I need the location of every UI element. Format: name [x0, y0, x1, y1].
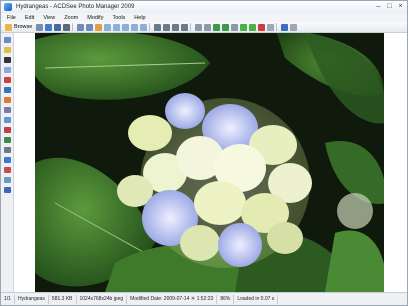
status-index: 1/1 — [1, 294, 15, 304]
status-filename: Hydrangeas — [15, 294, 49, 304]
delete-icon[interactable] — [258, 23, 266, 31]
close-button[interactable]: × — [396, 2, 405, 11]
red-eye-tool-icon[interactable] — [4, 77, 11, 83]
edit-icon[interactable] — [95, 23, 103, 31]
noise-tool-icon[interactable] — [4, 127, 11, 133]
status-bar: 1/1 Hydrangeas 581.3 KB 1024x768x24b jpe… — [1, 292, 407, 305]
send-icon[interactable] — [222, 23, 230, 31]
maximize-button[interactable]: □ — [385, 2, 394, 11]
toolbar-separator — [190, 23, 192, 31]
menu-bar: File Edit View Zoom Modify Tools Help — [1, 13, 407, 22]
toolbar-separator — [149, 23, 151, 31]
toolbar-separator — [72, 23, 74, 31]
status-dimensions: 1024x768x24b jpeg — [77, 294, 128, 304]
copy-icon[interactable] — [240, 23, 248, 31]
resize-tool-icon[interactable] — [4, 107, 11, 113]
status-zoom[interactable]: 86% — [217, 294, 235, 304]
rotate-left-icon[interactable] — [77, 23, 85, 31]
title-bar[interactable]: Hydrangeas - ACDSee Photo Manager 2009 –… — [1, 1, 407, 13]
menu-edit[interactable]: Edit — [25, 15, 34, 21]
image-viewport[interactable] — [35, 33, 384, 292]
browse-button[interactable]: Browse — [3, 23, 34, 32]
menu-modify[interactable]: Modify — [87, 15, 103, 21]
zoom-dropdown-icon[interactable] — [172, 23, 180, 31]
rotate-right-icon[interactable] — [86, 23, 94, 31]
crop-tool-icon[interactable] — [4, 67, 11, 73]
right-margin — [384, 33, 407, 292]
draw-tool-icon[interactable] — [4, 167, 11, 173]
status-modified-date: Modified Date: 2009-07-14 ☀ 1:52:23 — [127, 294, 218, 304]
sharpen-tool-icon[interactable] — [4, 117, 11, 123]
zoom-out-icon[interactable] — [163, 23, 171, 31]
window-icon[interactable] — [131, 23, 139, 31]
info-icon[interactable] — [267, 23, 275, 31]
zoom-in-icon[interactable] — [154, 23, 162, 31]
properties-icon[interactable] — [231, 23, 239, 31]
clone-tool-icon[interactable] — [4, 177, 11, 183]
select-tool-icon[interactable] — [4, 37, 11, 43]
left-margin — [14, 33, 35, 292]
app-icon — [4, 3, 12, 11]
fullscreen-icon[interactable] — [122, 23, 130, 31]
online-icon[interactable] — [281, 23, 289, 31]
menu-help[interactable]: Help — [134, 15, 145, 21]
menu-view[interactable]: View — [43, 15, 55, 21]
main-toolbar: Browse — [1, 22, 407, 33]
next-icon[interactable] — [45, 23, 53, 31]
hydrangeas-photo — [35, 33, 384, 292]
more-options-icon[interactable] — [290, 23, 298, 31]
minimize-button[interactable]: – — [374, 2, 383, 11]
save-icon[interactable] — [54, 23, 62, 31]
fit-image-icon[interactable] — [104, 23, 112, 31]
text-tool-icon[interactable] — [4, 157, 11, 163]
magnifier-icon[interactable] — [181, 23, 189, 31]
levels-tool-icon[interactable] — [4, 137, 11, 143]
app-window: Hydrangeas - ACDSee Photo Manager 2009 –… — [0, 0, 408, 306]
share-icon[interactable] — [213, 23, 221, 31]
print-icon[interactable] — [63, 23, 71, 31]
folder-icon — [5, 23, 12, 31]
menu-tools[interactable]: Tools — [112, 15, 125, 21]
status-filesize: 581.3 KB — [49, 294, 77, 304]
rotate-dropdown-icon[interactable] — [195, 23, 203, 31]
left-tool-strip — [1, 33, 14, 292]
exposure-tool-icon[interactable] — [4, 57, 11, 63]
menu-zoom[interactable]: Zoom — [64, 15, 78, 21]
light-tool-icon[interactable] — [4, 47, 11, 53]
watermark-tool-icon[interactable] — [4, 187, 11, 193]
toolbar-separator — [276, 23, 278, 31]
flip-icon[interactable] — [204, 23, 212, 31]
actual-size-icon[interactable] — [113, 23, 121, 31]
effects-tool-icon[interactable] — [4, 97, 11, 103]
window-controls: – □ × — [374, 2, 405, 11]
slideshow-icon[interactable] — [140, 23, 148, 31]
browse-label: Browse — [14, 24, 33, 30]
window-title: Hydrangeas - ACDSee Photo Manager 2009 — [16, 4, 135, 10]
status-load-time: Loaded in 0.07 s — [234, 294, 279, 304]
curves-tool-icon[interactable] — [4, 147, 11, 153]
color-tool-icon[interactable] — [4, 87, 11, 93]
menu-file[interactable]: File — [7, 15, 16, 21]
move-icon[interactable] — [249, 23, 257, 31]
previous-icon[interactable] — [36, 23, 44, 31]
